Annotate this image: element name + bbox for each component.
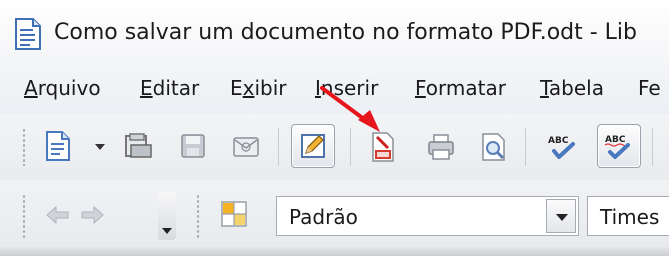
font-name-value: Times [600,205,660,229]
title-bar: Como salvar um documento no formato PDF.… [0,0,669,62]
toolbar-separator [652,128,653,166]
paragraph-style-dropdown-button[interactable] [546,199,576,233]
autospellcheck-icon: ABC [604,135,630,159]
paragraph-style-select[interactable]: Padrão [276,196,579,236]
chevron-down-icon [556,214,568,221]
writer-window: Como salvar um documento no formato PDF.… [0,0,669,256]
annotation-arrow-icon [318,84,388,136]
toolbar-overflow-button[interactable] [158,192,176,240]
toolbar-grip[interactable] [196,194,200,238]
writer-document-icon [14,18,42,50]
back-arrow-icon[interactable] [46,206,70,224]
window-edge-shadow [0,246,669,256]
menu-tabela[interactable]: Tabela [540,76,604,100]
paragraph-style-value: Padrão [289,205,358,229]
menu-formatar[interactable]: Formatar [415,76,506,100]
print-icon[interactable] [427,133,455,161]
print-preview-icon[interactable] [480,132,508,162]
styles-formatting-icon[interactable] [220,200,248,228]
autospellcheck-button[interactable]: ABC [597,124,641,168]
window-title: Como salvar um documento no formato PDF.… [54,20,637,45]
toolbar-separator [278,128,279,166]
new-document-icon[interactable] [44,131,72,161]
toolbar-separator [525,128,526,166]
font-name-select[interactable]: Times [587,196,669,236]
toolbar-grip[interactable] [22,194,26,238]
svg-text:ABC: ABC [548,136,569,146]
toolbar-grip[interactable] [22,128,26,166]
export-pdf-icon[interactable] [370,132,396,162]
menu-arquivo[interactable]: Arquivo [24,76,101,100]
open-folder-icon[interactable] [123,133,153,159]
mail-icon[interactable] [232,134,260,158]
chevron-down-icon[interactable] [95,144,105,150]
forward-arrow-icon[interactable] [80,206,104,224]
menu-editar[interactable]: Editar [140,76,199,100]
menu-ferramentas[interactable]: Fe [638,76,661,100]
save-icon[interactable] [180,133,206,159]
chevron-down-icon [162,228,172,234]
spellcheck-icon[interactable]: ABC [546,132,578,162]
menu-exibir[interactable]: Exibir [230,76,287,100]
